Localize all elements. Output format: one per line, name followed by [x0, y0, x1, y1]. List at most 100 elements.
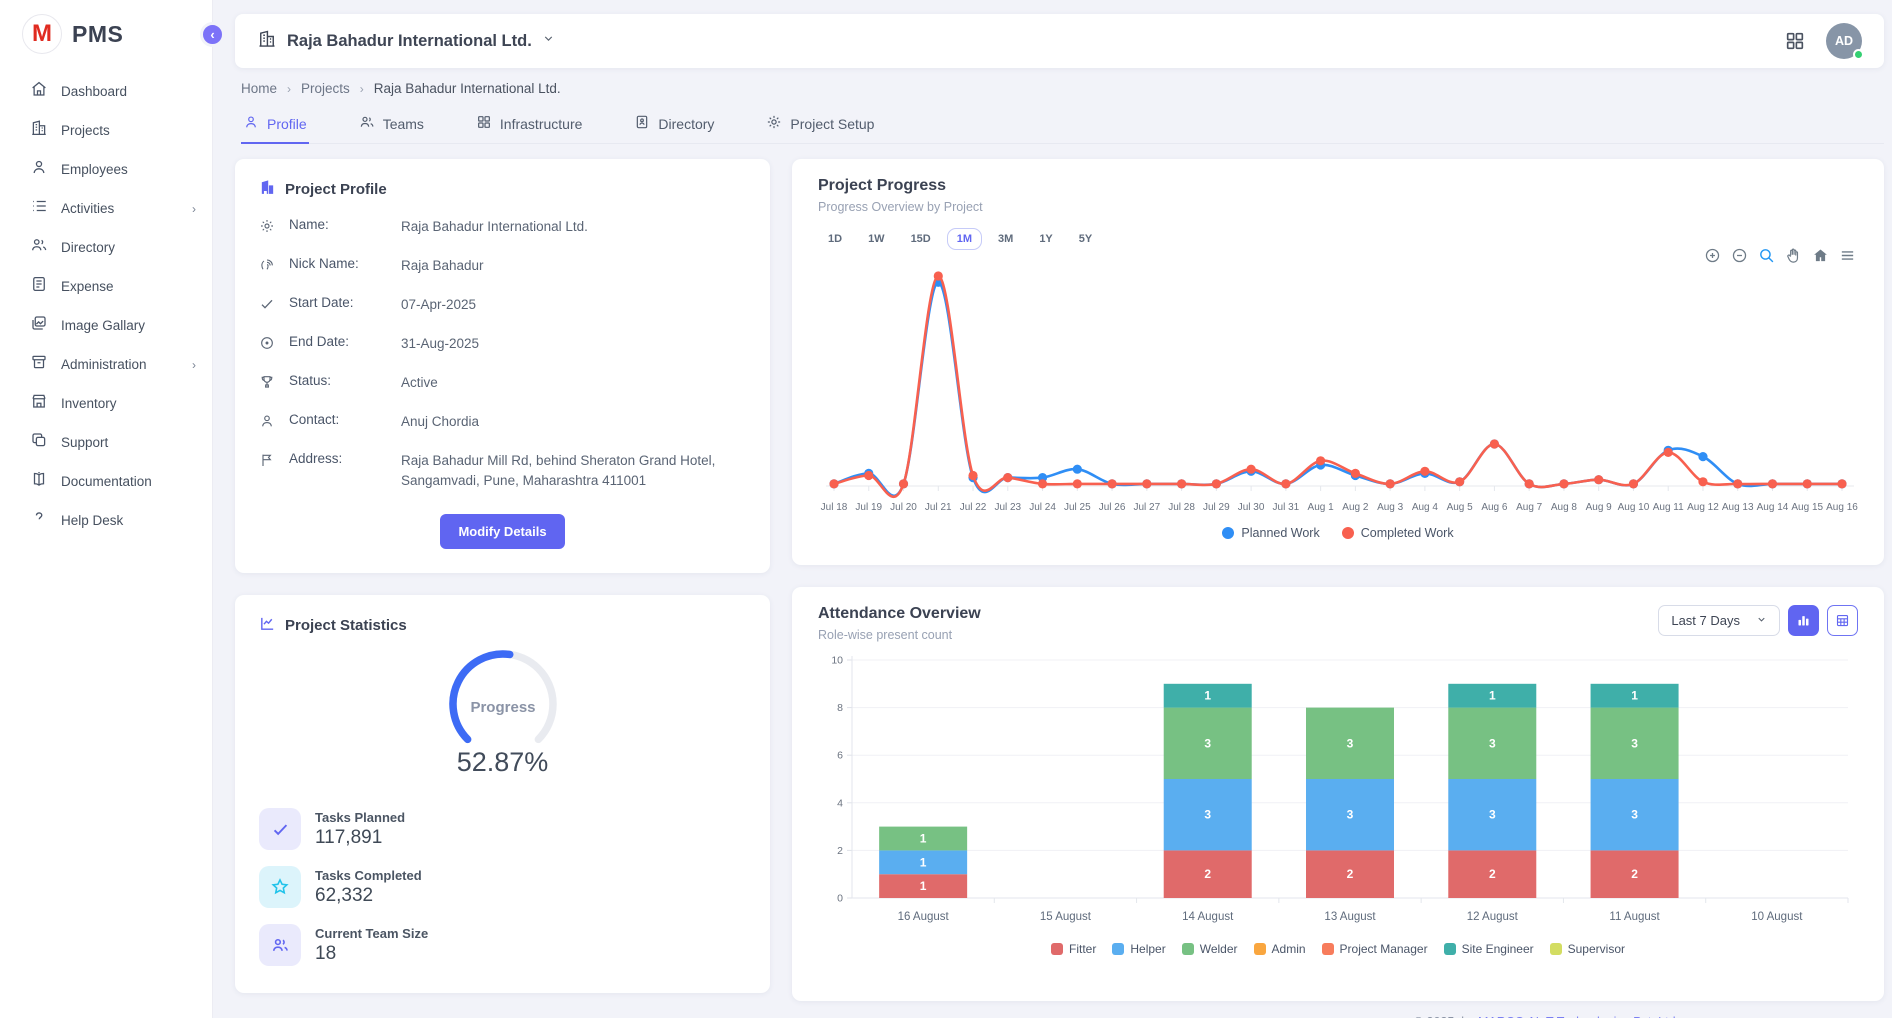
person-icon [30, 158, 48, 181]
modify-details-button[interactable]: Modify Details [440, 514, 564, 549]
chevron-right-icon: › [360, 82, 364, 96]
gear-icon [259, 217, 289, 239]
breadcrumb-home[interactable]: Home [241, 81, 277, 96]
range-5y[interactable]: 5Y [1069, 228, 1102, 250]
svg-text:2: 2 [837, 845, 843, 857]
svg-text:Aug 10: Aug 10 [1618, 502, 1650, 513]
question-icon [30, 509, 48, 532]
attendance-overview-card: Attendance Overview Role-wise present co… [792, 587, 1884, 1001]
sidebar-item-documentation[interactable]: Documentation [0, 462, 212, 501]
building-icon [30, 119, 48, 142]
sidebar: M PMS Dashboard Projects Employees Activ… [0, 0, 213, 1018]
legend-swatch [1342, 527, 1354, 539]
sidebar-item-employees[interactable]: Employees [0, 150, 212, 189]
sidebar-item-support[interactable]: Support [0, 423, 212, 462]
menu-icon[interactable] [1839, 247, 1856, 264]
line-chart-icon [259, 615, 276, 636]
tab-profile[interactable]: Profile [241, 106, 309, 143]
legend-admin[interactable]: Admin [1254, 942, 1306, 956]
sidebar-item-inventory[interactable]: Inventory [0, 384, 212, 423]
svg-text:Aug 5: Aug 5 [1447, 502, 1474, 513]
sidebar-item-activities[interactable]: Activities › [0, 189, 212, 228]
fingerprint-icon [259, 256, 289, 278]
svg-text:Aug 3: Aug 3 [1377, 502, 1404, 513]
sidebar-item-directory[interactable]: Directory [0, 228, 212, 267]
legend-supervisor[interactable]: Supervisor [1550, 942, 1625, 956]
date-range-select[interactable]: Last 7 Days [1658, 605, 1780, 636]
tab-directory[interactable]: Directory [632, 106, 716, 143]
sidebar-item-help-desk[interactable]: Help Desk [0, 501, 212, 540]
svg-text:Aug 2: Aug 2 [1342, 502, 1369, 513]
svg-text:2: 2 [1489, 867, 1496, 881]
project-progress-card: Project Progress Progress Overview by Pr… [792, 159, 1884, 565]
progress-percentage: 52.87% [259, 747, 746, 778]
company-selector[interactable]: Raja Bahadur International Ltd. [257, 29, 555, 54]
range-1y[interactable]: 1Y [1029, 228, 1062, 250]
legend-planned-work[interactable]: Planned Work [1222, 526, 1319, 540]
chevron-down-icon [1756, 613, 1767, 628]
range-1w[interactable]: 1W [858, 228, 895, 250]
attendance-bar-chart[interactable]: 024681011116 August15 August233114 Augus… [818, 652, 1858, 940]
tab-infrastructure[interactable]: Infrastructure [474, 106, 584, 143]
footer: © 2025, by MARCO AIoT Technologies Pvt. … [235, 1001, 1884, 1018]
range-selector: 1D 1W 15D 1M 3M 1Y 5Y [818, 228, 1858, 250]
copy-icon [30, 431, 48, 454]
online-status-dot [1853, 49, 1864, 60]
svg-text:2: 2 [1347, 867, 1354, 881]
bar-chart-view-button[interactable] [1788, 605, 1819, 636]
flag-icon [259, 451, 289, 473]
svg-text:Aug 15: Aug 15 [1791, 502, 1823, 513]
svg-text:0: 0 [837, 893, 843, 905]
legend-completed-work[interactable]: Completed Work [1342, 526, 1454, 540]
user-avatar[interactable]: AD [1826, 23, 1862, 59]
pan-hand-icon[interactable] [1785, 247, 1802, 264]
range-15d[interactable]: 15D [901, 228, 941, 250]
sidebar-item-dashboard[interactable]: Dashboard [0, 72, 212, 111]
chart-subtitle: Progress Overview by Project [818, 200, 1858, 214]
legend-project-manager[interactable]: Project Manager [1322, 942, 1428, 956]
sidebar-item-expense[interactable]: Expense [0, 267, 212, 306]
zoom-in-icon[interactable] [1704, 247, 1721, 264]
image-icon [30, 314, 48, 337]
sidebar-collapse-button[interactable]: ‹ [200, 22, 225, 47]
svg-text:14 August: 14 August [1182, 911, 1234, 923]
breadcrumb: Home › Projects › Raja Bahadur Internati… [241, 81, 1884, 96]
range-1m[interactable]: 1M [947, 228, 982, 250]
table-view-button[interactable] [1827, 605, 1858, 636]
app-logo[interactable]: M PMS [0, 0, 212, 64]
svg-text:Jul 30: Jul 30 [1238, 502, 1265, 513]
selection-zoom-icon[interactable] [1758, 247, 1775, 264]
profile-field-status: Status: Active [259, 373, 746, 395]
legend-fitter[interactable]: Fitter [1051, 942, 1096, 956]
svg-text:3: 3 [1489, 808, 1496, 822]
svg-text:Aug 12: Aug 12 [1687, 502, 1719, 513]
zoom-out-icon[interactable] [1731, 247, 1748, 264]
tab-project-setup[interactable]: Project Setup [764, 106, 876, 143]
legend-welder[interactable]: Welder [1182, 942, 1238, 956]
breadcrumb-current: Raja Bahadur International Ltd. [374, 81, 561, 96]
apps-grid-icon[interactable] [1784, 30, 1806, 52]
top-header: Raja Bahadur International Ltd. AD [235, 14, 1884, 68]
profile-field-nickname: Nick Name: Raja Bahadur [259, 256, 746, 278]
tab-teams[interactable]: Teams [357, 106, 426, 143]
legend-site-engineer[interactable]: Site Engineer [1444, 942, 1534, 956]
reset-home-icon[interactable] [1812, 247, 1829, 264]
bar-chart-legend: Fitter Helper Welder Admin Project Manag… [818, 942, 1858, 956]
svg-text:Jul 21: Jul 21 [925, 502, 952, 513]
chart-toolbar [1704, 247, 1856, 264]
svg-text:Aug 6: Aug 6 [1481, 502, 1508, 513]
range-3m[interactable]: 3M [988, 228, 1023, 250]
sidebar-item-administration[interactable]: Administration › [0, 345, 212, 384]
legend-helper[interactable]: Helper [1112, 942, 1165, 956]
people-icon [359, 114, 375, 133]
range-1d[interactable]: 1D [818, 228, 852, 250]
breadcrumb-projects[interactable]: Projects [301, 81, 350, 96]
stat-tasks-planned: Tasks Planned 117,891 [259, 808, 746, 850]
check-icon [259, 808, 301, 850]
svg-text:1: 1 [920, 879, 927, 893]
sidebar-item-projects[interactable]: Projects [0, 111, 212, 150]
contact-book-icon [634, 114, 650, 133]
sidebar-item-image-gallery[interactable]: Image Gallary [0, 306, 212, 345]
home-icon [30, 80, 48, 103]
progress-line-chart[interactable]: Jul 18Jul 19Jul 20Jul 21Jul 22Jul 23Jul … [818, 260, 1858, 522]
